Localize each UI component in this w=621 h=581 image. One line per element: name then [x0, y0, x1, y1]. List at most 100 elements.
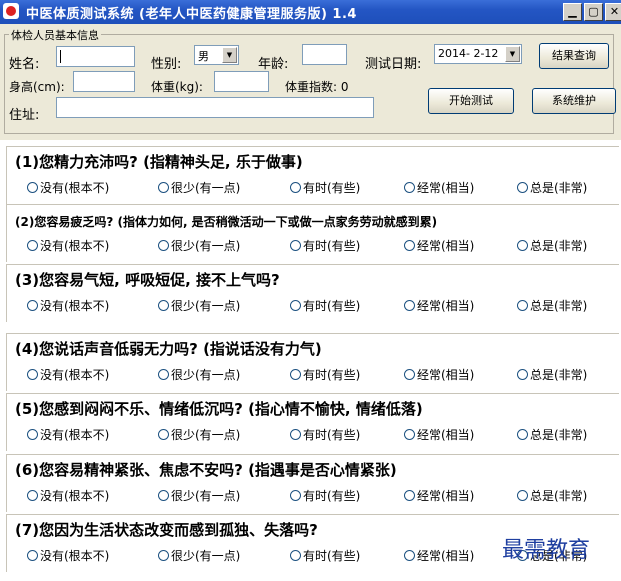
restore-icon[interactable]: ▢ — [584, 3, 603, 21]
option-label: 有时(有些) — [303, 549, 361, 563]
radio-icon[interactable] — [158, 550, 169, 561]
radio-icon[interactable] — [404, 490, 415, 501]
radio-icon[interactable] — [517, 490, 528, 501]
radio-icon[interactable] — [404, 300, 415, 311]
weight-label: 体重(kg): — [151, 80, 203, 94]
option-never[interactable]: 没有(根本不) — [27, 426, 109, 443]
option-label: 总是(非常) — [530, 181, 588, 195]
radio-icon[interactable] — [517, 182, 528, 193]
option-sometimes[interactable]: 有时(有些) — [290, 237, 360, 254]
option-always[interactable]: 总是(非常) — [517, 426, 587, 443]
radio-icon[interactable] — [290, 429, 301, 440]
radio-icon[interactable] — [27, 490, 38, 501]
option-sometimes[interactable]: 有时(有些) — [290, 426, 360, 443]
radio-icon[interactable] — [158, 369, 169, 380]
option-rarely[interactable]: 很少(有一点) — [158, 297, 240, 314]
weight-field[interactable] — [214, 71, 269, 92]
option-always[interactable]: 总是(非常) — [517, 297, 587, 314]
address-field[interactable] — [56, 97, 374, 118]
chevron-down-icon[interactable]: ▼ — [222, 47, 237, 63]
option-often[interactable]: 经常(相当) — [404, 547, 474, 564]
option-often[interactable]: 经常(相当) — [404, 426, 474, 443]
start-test-button[interactable]: 开始测试 — [428, 88, 514, 114]
option-label: 很少(有一点) — [171, 299, 241, 313]
option-rarely[interactable]: 很少(有一点) — [158, 426, 240, 443]
option-often[interactable]: 经常(相当) — [404, 179, 474, 196]
radio-icon[interactable] — [404, 182, 415, 193]
option-often[interactable]: 经常(相当) — [404, 237, 474, 254]
option-rarely[interactable]: 很少(有一点) — [158, 487, 240, 504]
app-icon[interactable] — [3, 3, 19, 19]
option-often[interactable]: 经常(相当) — [404, 366, 474, 383]
system-maintenance-button[interactable]: 系统维护 — [532, 88, 616, 114]
radio-icon[interactable] — [27, 300, 38, 311]
option-label: 很少(有一点) — [171, 239, 241, 253]
option-label: 很少(有一点) — [171, 428, 241, 442]
option-rarely[interactable]: 很少(有一点) — [158, 179, 240, 196]
radio-icon[interactable] — [404, 369, 415, 380]
option-always[interactable]: 总是(非常) — [517, 487, 587, 504]
option-label: 很少(有一点) — [171, 181, 241, 195]
option-label: 有时(有些) — [303, 181, 361, 195]
radio-icon[interactable] — [27, 369, 38, 380]
option-never[interactable]: 没有(根本不) — [27, 297, 109, 314]
radio-icon[interactable] — [404, 429, 415, 440]
radio-icon[interactable] — [290, 369, 301, 380]
age-field[interactable] — [302, 44, 347, 65]
option-rarely[interactable]: 很少(有一点) — [158, 366, 240, 383]
option-label: 总是(非常) — [530, 299, 588, 313]
radio-icon[interactable] — [290, 300, 301, 311]
option-sometimes[interactable]: 有时(有些) — [290, 366, 360, 383]
group-label: 体检人员基本信息 — [9, 27, 101, 43]
question-panel: (6)您容易精神紧张、焦虑不安吗? (指遇事是否心情紧张) 没有(根本不) 很少… — [6, 454, 619, 512]
option-often[interactable]: 经常(相当) — [404, 487, 474, 504]
option-often[interactable]: 经常(相当) — [404, 297, 474, 314]
radio-icon[interactable] — [158, 429, 169, 440]
radio-icon[interactable] — [158, 240, 169, 251]
radio-icon[interactable] — [517, 240, 528, 251]
option-label: 没有(根本不) — [40, 489, 110, 503]
option-rarely[interactable]: 很少(有一点) — [158, 547, 240, 564]
option-rarely[interactable]: 很少(有一点) — [158, 237, 240, 254]
radio-icon[interactable] — [404, 240, 415, 251]
radio-icon[interactable] — [290, 240, 301, 251]
radio-icon[interactable] — [27, 182, 38, 193]
radio-icon[interactable] — [290, 550, 301, 561]
option-sometimes[interactable]: 有时(有些) — [290, 487, 360, 504]
option-never[interactable]: 没有(根本不) — [27, 487, 109, 504]
option-sometimes[interactable]: 有时(有些) — [290, 179, 360, 196]
radio-icon[interactable] — [27, 240, 38, 251]
radio-icon[interactable] — [27, 429, 38, 440]
radio-icon[interactable] — [158, 182, 169, 193]
option-never[interactable]: 没有(根本不) — [27, 547, 109, 564]
option-never[interactable]: 没有(根本不) — [27, 237, 109, 254]
radio-icon[interactable] — [517, 369, 528, 380]
name-field[interactable] — [56, 46, 135, 67]
radio-icon[interactable] — [290, 182, 301, 193]
radio-icon[interactable] — [158, 300, 169, 311]
option-label: 总是(非常) — [530, 489, 588, 503]
option-label: 经常(相当) — [417, 428, 475, 442]
option-always[interactable]: 总是(非常) — [517, 179, 587, 196]
radio-icon[interactable] — [290, 490, 301, 501]
date-picker[interactable]: 2014- 2-12 ▼ — [434, 44, 522, 64]
option-sometimes[interactable]: 有时(有些) — [290, 297, 360, 314]
option-always[interactable]: 总是(非常) — [517, 237, 587, 254]
radio-icon[interactable] — [517, 429, 528, 440]
option-always[interactable]: 总是(非常) — [517, 366, 587, 383]
height-field[interactable] — [73, 71, 135, 92]
age-label: 年龄: — [258, 57, 289, 72]
option-never[interactable]: 没有(根本不) — [27, 366, 109, 383]
chevron-down-icon[interactable]: ▼ — [505, 46, 520, 62]
gender-select[interactable]: 男 ▼ — [194, 45, 239, 65]
question-title: (1)您精力充沛吗? (指精神头足, 乐于做事) — [15, 153, 303, 171]
result-query-button[interactable]: 结果查询 — [539, 43, 609, 69]
minimize-icon[interactable]: ▁ — [563, 3, 582, 21]
option-sometimes[interactable]: 有时(有些) — [290, 547, 360, 564]
option-never[interactable]: 没有(根本不) — [27, 179, 109, 196]
close-icon[interactable]: ✕ — [605, 3, 621, 21]
radio-icon[interactable] — [27, 550, 38, 561]
radio-icon[interactable] — [517, 300, 528, 311]
radio-icon[interactable] — [404, 550, 415, 561]
radio-icon[interactable] — [158, 490, 169, 501]
